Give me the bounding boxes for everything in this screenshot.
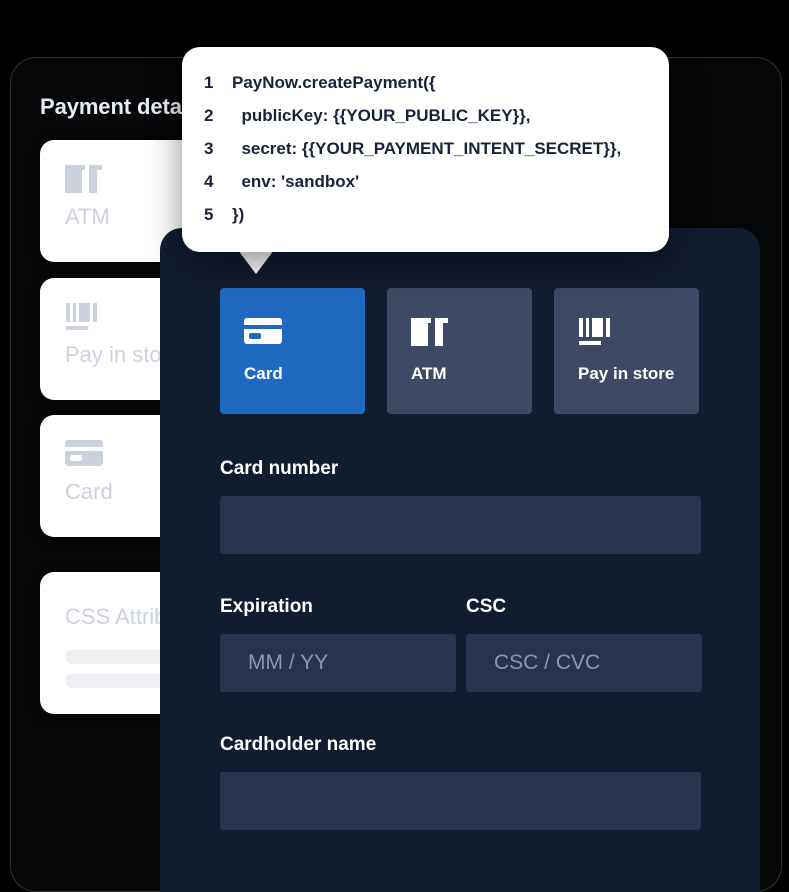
credit-card-icon: [65, 440, 107, 470]
line-text: PayNow.createPayment({: [232, 73, 436, 92]
tab-label: Pay in store: [578, 364, 675, 383]
payment-widget: Card ATM Pay in store Card number Expira…: [160, 228, 760, 892]
cardholder-name-input[interactable]: [220, 772, 701, 830]
line-number: 4: [204, 172, 214, 191]
code-line: 5 }): [204, 205, 655, 238]
line-text: publicKey: {{YOUR_PUBLIC_KEY}},: [232, 106, 531, 125]
line-text: }): [232, 205, 245, 224]
payment-method-tabs: Card ATM Pay in store: [220, 288, 701, 414]
line-number: 3: [204, 139, 214, 158]
expiration-input[interactable]: MM / YY: [220, 634, 456, 692]
banknotes-icon: [65, 165, 107, 195]
tab-card[interactable]: Card: [220, 288, 365, 414]
csc-input[interactable]: CSC / CVC: [466, 634, 702, 692]
ghost-card-label: Card: [65, 479, 113, 504]
tab-label: ATM: [411, 364, 447, 383]
tab-atm[interactable]: ATM: [387, 288, 532, 414]
code-line: 2 publicKey: {{YOUR_PUBLIC_KEY}},: [204, 106, 655, 139]
card-number-input[interactable]: [220, 496, 701, 554]
line-number: 1: [204, 73, 214, 92]
line-number: 2: [204, 106, 214, 125]
barcode-icon: [65, 303, 107, 333]
line-number: 5: [204, 205, 214, 224]
code-line: 4 env: 'sandbox': [204, 172, 655, 205]
card-number-label: Card number: [220, 458, 339, 479]
line-text: env: 'sandbox': [232, 172, 360, 191]
expiration-label: Expiration: [220, 596, 313, 617]
csc-placeholder: CSC / CVC: [494, 651, 601, 674]
cardholder-name-label: Cardholder name: [220, 734, 377, 755]
tab-pay-in-store[interactable]: Pay in store: [554, 288, 699, 414]
code-tooltip: 1 PayNow.createPayment({ 2 publicKey: {{…: [182, 47, 669, 252]
ghost-card-label: ATM: [65, 204, 110, 229]
code-line: 3 secret: {{YOUR_PAYMENT_INTENT_SECRET}}…: [204, 139, 655, 172]
expiration-placeholder: MM / YY: [248, 651, 329, 674]
tab-label: Card: [244, 364, 283, 383]
code-line: 1 PayNow.createPayment({: [204, 73, 655, 106]
code-block: 1 PayNow.createPayment({ 2 publicKey: {{…: [204, 73, 655, 238]
csc-label: CSC: [466, 596, 507, 617]
line-text: secret: {{YOUR_PAYMENT_INTENT_SECRET}},: [232, 139, 622, 158]
tooltip-tail: [238, 250, 274, 274]
